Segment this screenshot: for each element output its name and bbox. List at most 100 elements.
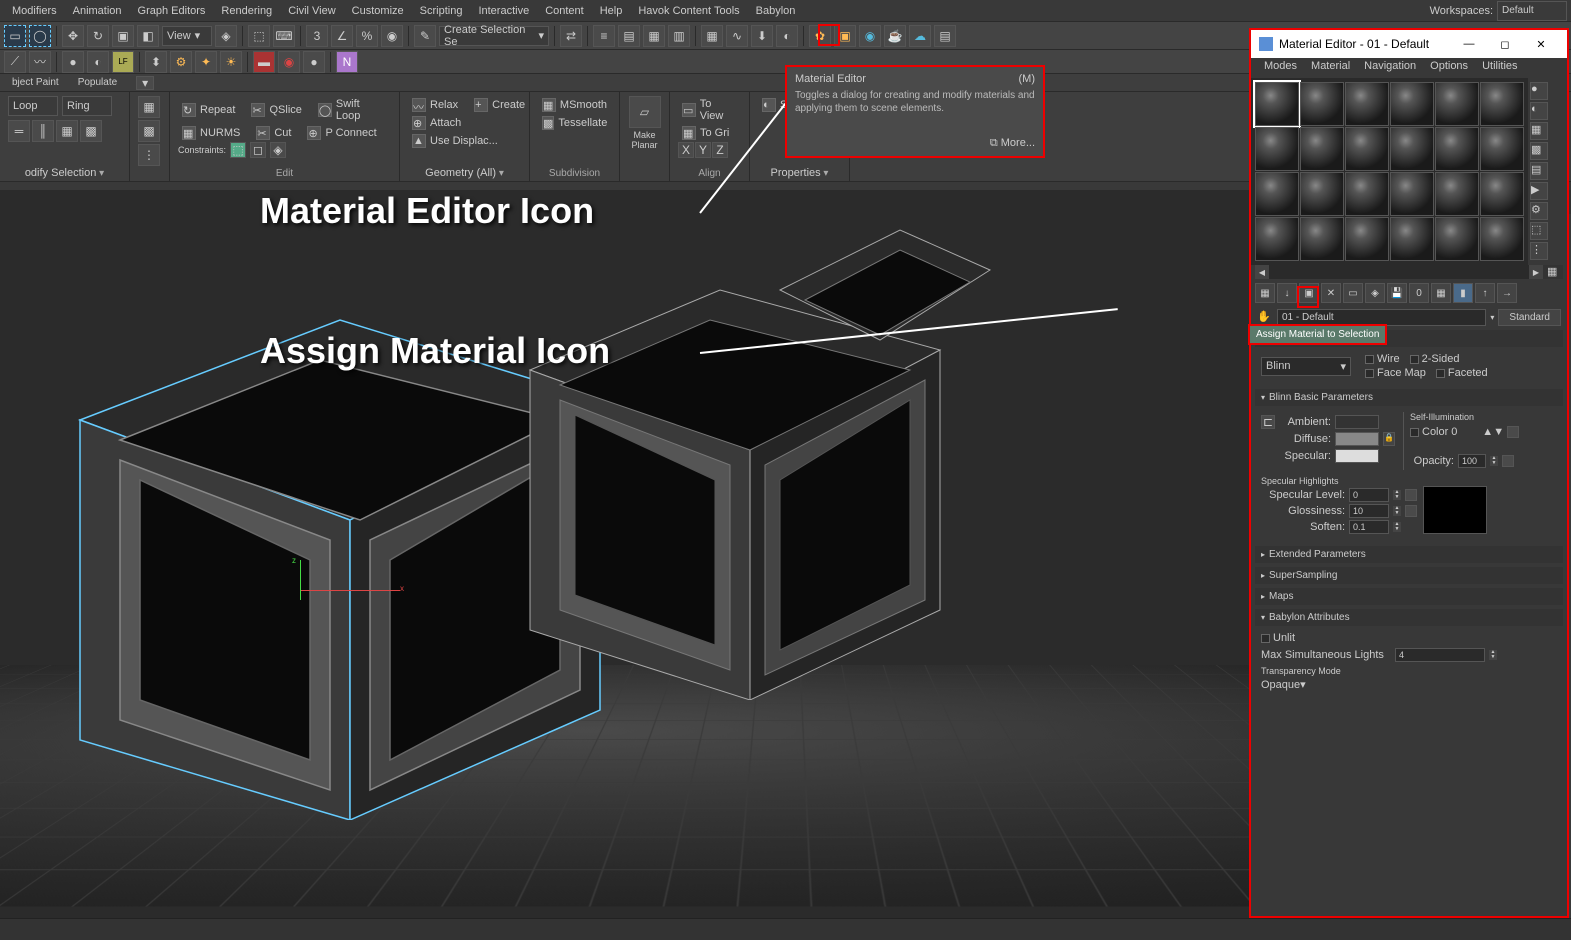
mat-menu-utilities[interactable]: Utilities xyxy=(1475,58,1524,78)
red-layer-icon[interactable]: ▬ xyxy=(253,51,275,73)
cube-3-wireframe[interactable] xyxy=(760,200,1000,400)
align-left-icon[interactable]: ▤ xyxy=(618,25,640,47)
curve-editor-icon[interactable]: ∿ xyxy=(726,25,748,47)
options-icon[interactable]: ⚙ xyxy=(1530,202,1548,220)
material-slot-11[interactable] xyxy=(1435,127,1479,171)
ambient-lock-icon[interactable]: ⊏ xyxy=(1261,415,1275,429)
material-slot-23[interactable] xyxy=(1435,217,1479,261)
relax-button[interactable]: 〰Relax xyxy=(408,96,462,114)
material-slot-12[interactable] xyxy=(1480,127,1524,171)
supersampling-rollout[interactable]: SuperSampling xyxy=(1255,567,1563,584)
material-slot-10[interactable] xyxy=(1390,127,1434,171)
material-slot-22[interactable] xyxy=(1390,217,1434,261)
render-icon[interactable]: ◉ xyxy=(859,25,881,47)
menu-rendering[interactable]: Rendering xyxy=(213,2,280,20)
placement-icon[interactable]: ◧ xyxy=(137,25,159,47)
menu-havok[interactable]: Havok Content Tools xyxy=(630,2,747,20)
spec-level-map-icon[interactable] xyxy=(1405,489,1417,501)
hierarchy-icon[interactable]: ⬍ xyxy=(145,51,167,73)
grow-sel-icon[interactable]: ▦ xyxy=(138,96,160,118)
mat-menu-material[interactable]: Material xyxy=(1304,58,1357,78)
workspace-dropdown[interactable]: Default xyxy=(1497,1,1567,21)
scroll-left-icon[interactable]: ◀ xyxy=(1255,265,1269,279)
render-cloud-icon[interactable]: ☁ xyxy=(909,25,931,47)
show-end-result-icon[interactable]: ▮ xyxy=(1453,283,1473,303)
diffuse-color-swatch[interactable] xyxy=(1335,432,1379,446)
shader-type-dropdown[interactable]: Blinn▾ xyxy=(1261,357,1351,376)
layer-explorer-icon[interactable]: ▦ xyxy=(701,25,723,47)
cut-button[interactable]: ✂Cut xyxy=(252,124,295,142)
mat-menu-options[interactable]: Options xyxy=(1423,58,1475,78)
mat-id-channel-icon[interactable]: 0 xyxy=(1409,283,1429,303)
pivot-icon[interactable]: ◈ xyxy=(215,25,237,47)
material-slot-4[interactable] xyxy=(1390,82,1434,126)
material-type-button[interactable]: Standard xyxy=(1498,309,1561,326)
glossiness-spinner[interactable]: 10 xyxy=(1349,504,1389,518)
opacity-spinner[interactable]: 100 xyxy=(1458,454,1486,468)
show-in-viewport-icon[interactable]: ▦ xyxy=(1431,283,1451,303)
background-icon[interactable]: ▦ xyxy=(1530,122,1548,140)
tessellate-button[interactable]: ▩Tessellate xyxy=(538,114,611,132)
nurms-button[interactable]: ▦NURMS xyxy=(178,124,244,142)
repeat-button[interactable]: ↻Repeat xyxy=(178,96,239,124)
material-slot-3[interactable] xyxy=(1345,82,1389,126)
menu-interactive[interactable]: Interactive xyxy=(470,2,537,20)
angle-snap-icon[interactable]: ∠ xyxy=(331,25,353,47)
max-lights-spinner[interactable]: 4 xyxy=(1395,648,1485,662)
red-blob-icon[interactable]: ◉ xyxy=(278,51,300,73)
p-connect-button[interactable]: ⊕P Connect xyxy=(303,124,380,142)
sample-windows-icon[interactable]: ▦ xyxy=(1547,265,1563,279)
put-to-library-icon[interactable]: 💾 xyxy=(1387,283,1407,303)
material-slot-2[interactable] xyxy=(1300,82,1344,126)
material-slot-7[interactable] xyxy=(1255,127,1299,171)
ribbon-collapse-icon[interactable]: ▾ xyxy=(136,76,154,90)
object-paint-tab[interactable]: bject Paint xyxy=(4,77,67,88)
select-lasso-icon[interactable]: ◯ xyxy=(29,25,51,47)
constraint1-icon[interactable]: ⬚ xyxy=(230,142,246,158)
sun-icon[interactable]: ☀ xyxy=(220,51,242,73)
self-illum-spinner[interactable]: 0 xyxy=(1451,426,1479,438)
select-rect-icon[interactable]: ▭ xyxy=(4,25,26,47)
material-slot-8[interactable] xyxy=(1300,127,1344,171)
soften-spinner[interactable]: 0.1 xyxy=(1349,520,1389,534)
maps-rollout[interactable]: Maps xyxy=(1255,588,1563,605)
keyboard-shortcut-icon[interactable]: ⌨ xyxy=(273,25,295,47)
axis-y-button[interactable]: Y xyxy=(695,142,711,158)
paint-alt-icon[interactable]: ◐ xyxy=(87,51,109,73)
snap-icon[interactable]: 3 xyxy=(306,25,328,47)
material-slot-20[interactable] xyxy=(1300,217,1344,261)
paint-icon[interactable]: ● xyxy=(62,51,84,73)
2sided-check[interactable]: 2-Sided xyxy=(1410,353,1460,365)
material-slot-16[interactable] xyxy=(1390,172,1434,216)
align-center-icon[interactable]: ▦ xyxy=(643,25,665,47)
loop-mode1-icon[interactable]: ═ xyxy=(8,120,30,142)
video-check-icon[interactable]: ▤ xyxy=(1530,162,1548,180)
facemap-check[interactable]: Face Map xyxy=(1365,367,1426,379)
explosion-icon[interactable]: ✦ xyxy=(195,51,217,73)
loop-mode3-icon[interactable]: ▦ xyxy=(56,120,78,142)
align-icon[interactable]: ≡ xyxy=(593,25,615,47)
named-selection-dropdown[interactable]: Create Selection Se▾ xyxy=(439,26,549,46)
select-by-mat-icon[interactable]: ⬚ xyxy=(1530,222,1548,240)
material-editor-icon[interactable]: ◐ xyxy=(776,25,798,47)
faceted-check[interactable]: Faceted xyxy=(1436,367,1488,379)
make-planar-button[interactable]: ▱ xyxy=(629,96,661,128)
material-slot-13[interactable] xyxy=(1255,172,1299,216)
extended-parameters-rollout[interactable]: Extended Parameters xyxy=(1255,546,1563,563)
lf-icon[interactable]: LF xyxy=(112,51,134,73)
make-unique-icon[interactable]: ◈ xyxy=(1365,283,1385,303)
percent-snap-icon[interactable]: % xyxy=(356,25,378,47)
brush-smooth-icon[interactable]: 〰 xyxy=(29,51,51,73)
material-slot-15[interactable] xyxy=(1345,172,1389,216)
put-to-scene-icon[interactable]: ↓ xyxy=(1277,283,1297,303)
render-frame-icon[interactable]: ▣ xyxy=(834,25,856,47)
material-slot-17[interactable] xyxy=(1435,172,1479,216)
schematic-view-icon[interactable]: ⬇ xyxy=(751,25,773,47)
sample-scrollbar[interactable]: ◀▶ ▦ xyxy=(1255,265,1563,279)
shrink-sel-icon[interactable]: ▩ xyxy=(138,120,160,142)
sample-type-icon[interactable]: ● xyxy=(1530,82,1548,100)
swift-loop-button[interactable]: ◯Swift Loop xyxy=(314,96,391,124)
menu-content[interactable]: Content xyxy=(537,2,592,20)
loop-mode4-icon[interactable]: ▩ xyxy=(80,120,102,142)
rotate-icon[interactable]: ↻ xyxy=(87,25,109,47)
